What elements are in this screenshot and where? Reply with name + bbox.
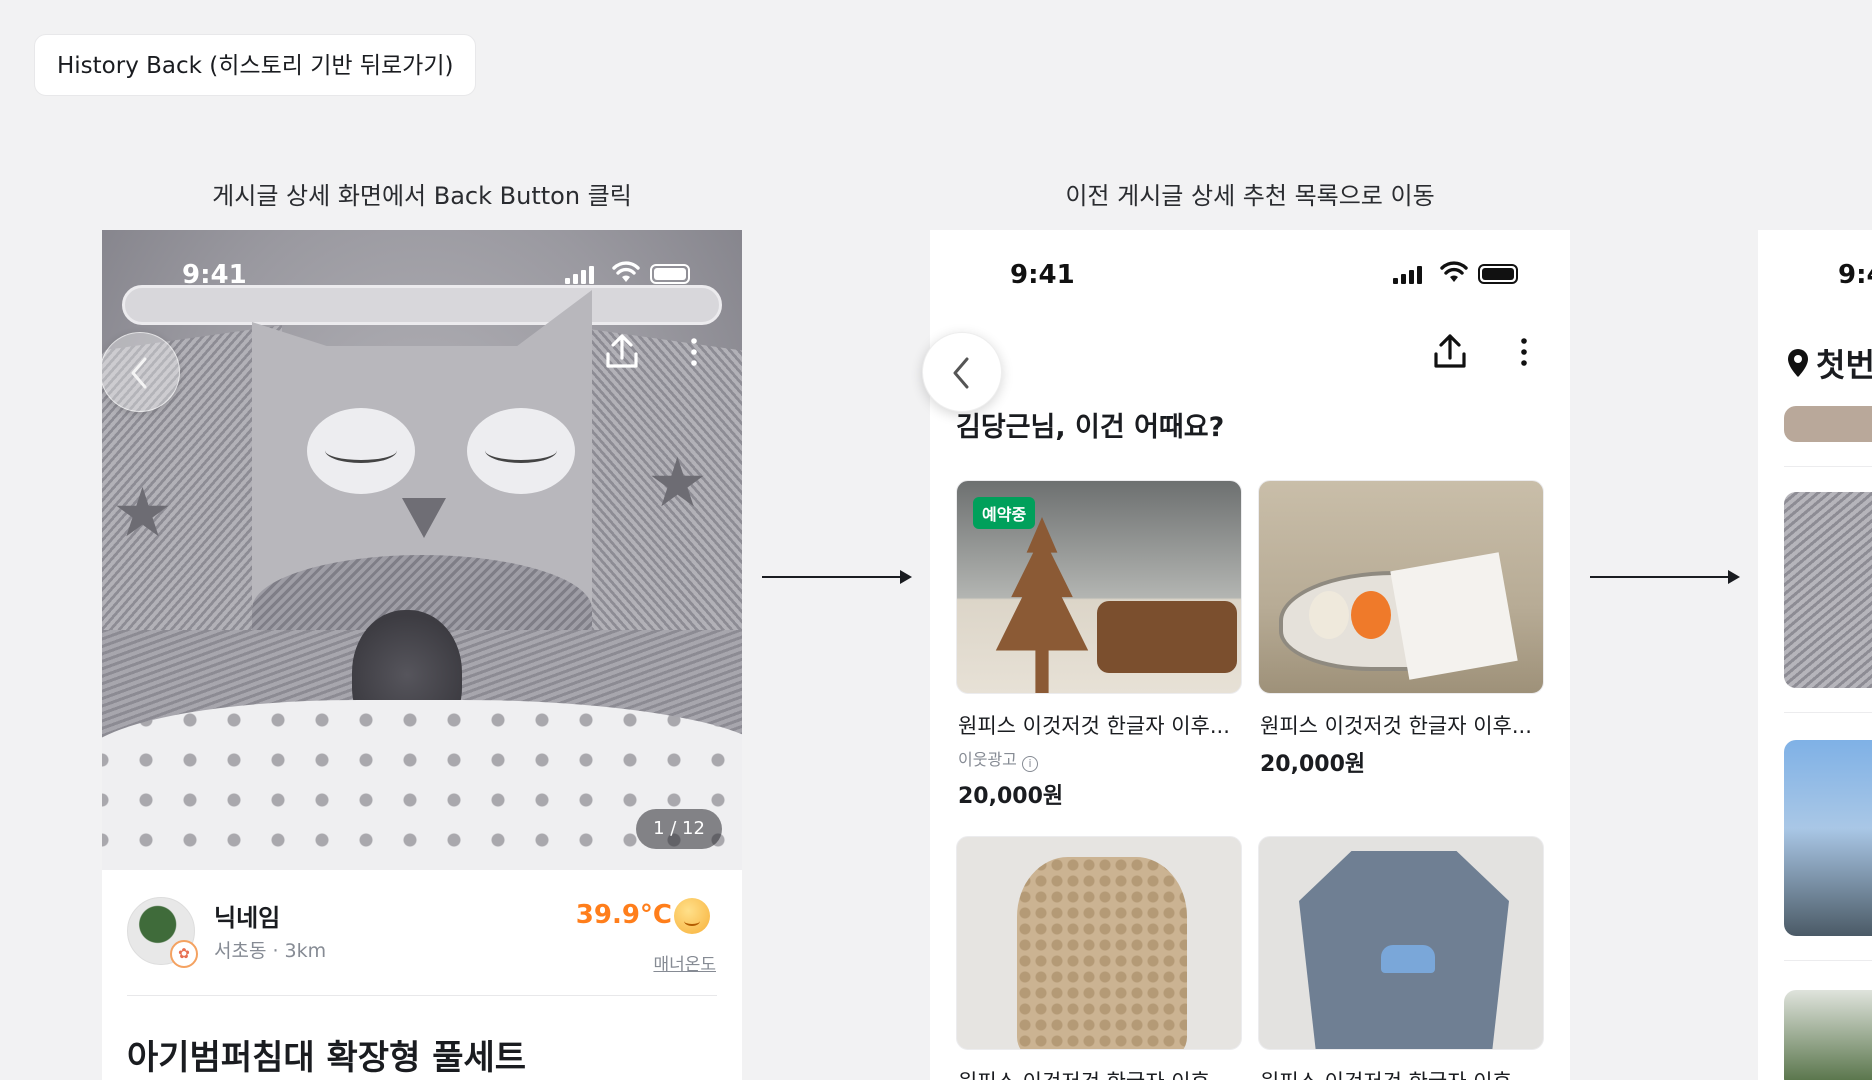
status-bar: 9:41 bbox=[930, 230, 1570, 310]
product-card[interactable]: 원피스 이것저것 한글자 이후... bbox=[1258, 836, 1544, 1080]
product-name: 원피스 이것저것 한글자 이후... bbox=[956, 1066, 1242, 1080]
manner-temperature: 39.9°C bbox=[575, 900, 672, 930]
battery-icon bbox=[650, 264, 690, 284]
cellular-signal-icon bbox=[1393, 266, 1422, 284]
flow-title-chip: History Back (히스토리 기반 뒤로가기) bbox=[34, 34, 477, 96]
ad-label: 이웃광고 i bbox=[956, 746, 1242, 772]
product-card[interactable]: 원피스 이것저것 한글자 이후... bbox=[956, 836, 1242, 1080]
more-vertical-icon[interactable] bbox=[1514, 332, 1534, 372]
status-time: 9:41 bbox=[1010, 260, 1075, 290]
product-detail-screen: ★ ★ 9:41 1 / 12 ✿ 닉네임 서초동 · 3km 39.9°C 매… bbox=[102, 230, 742, 1080]
product-thumbnail[interactable] bbox=[1258, 480, 1544, 694]
flow-arrow-2 bbox=[1590, 570, 1740, 584]
feed-thumbnail[interactable] bbox=[1784, 406, 1872, 442]
product-card[interactable]: 예약중 원피스 이것저것 한글자 이후... 이웃광고 i 20,000원 bbox=[956, 480, 1242, 810]
info-icon[interactable]: i bbox=[1021, 756, 1038, 772]
share-icon[interactable] bbox=[604, 332, 640, 372]
status-time: 9:41 bbox=[1838, 260, 1872, 290]
home-feed-screen: 9:41 첫번째 bbox=[1758, 230, 1872, 1080]
status-bar: 9:41 bbox=[102, 230, 742, 310]
recommendation-list-screen: 9:41 김당근님, 이건 어때요? 예약중 원피스 이것저것 한글자 이후..… bbox=[930, 230, 1570, 1080]
back-button[interactable] bbox=[102, 332, 180, 412]
product-price: 20,000원 bbox=[958, 784, 1064, 809]
cellular-signal-icon bbox=[565, 266, 594, 284]
location-pin-icon bbox=[1788, 349, 1808, 377]
location-title[interactable]: 첫번째 bbox=[1816, 340, 1872, 386]
divider bbox=[127, 995, 717, 996]
share-icon[interactable] bbox=[1432, 332, 1468, 372]
feed-thumbnail[interactable] bbox=[1784, 740, 1872, 936]
flow-arrow-1 bbox=[762, 570, 912, 584]
product-thumbnail[interactable] bbox=[956, 836, 1242, 1050]
battery-icon bbox=[1478, 264, 1518, 284]
seller-profile[interactable]: ✿ 닉네임 서초동 · 3km 39.9°C 매너온도 bbox=[102, 870, 742, 995]
seller-nickname: 닉네임 bbox=[214, 904, 281, 932]
product-thumbnail[interactable]: 예약중 bbox=[956, 480, 1242, 694]
smile-face-icon bbox=[674, 898, 710, 934]
product-price: 20,000원 bbox=[1260, 752, 1366, 777]
seller-region: 서초동 · 3km bbox=[214, 940, 327, 962]
product-card[interactable]: 원피스 이것저것 한글자 이후... 20,000원 bbox=[1258, 480, 1544, 778]
caption-left: 게시글 상세 화면에서 Back Button 클릭 bbox=[212, 182, 632, 210]
reserved-badge: 예약중 bbox=[973, 497, 1036, 529]
more-vertical-icon[interactable] bbox=[684, 332, 704, 372]
product-thumbnail[interactable] bbox=[1258, 836, 1544, 1050]
product-name: 원피스 이것저것 한글자 이후... bbox=[1260, 714, 1532, 738]
avatar-badge-icon: ✿ bbox=[170, 940, 198, 968]
manner-temperature-link[interactable]: 매너온도 bbox=[653, 950, 716, 975]
wifi-icon bbox=[1440, 261, 1468, 282]
status-time: 9:41 bbox=[182, 260, 247, 290]
image-counter: 1 / 12 bbox=[636, 809, 722, 849]
caption-middle: 이전 게시글 상세 추천 목록으로 이동 bbox=[1065, 182, 1435, 210]
feed-thumbnail[interactable] bbox=[1784, 990, 1872, 1080]
ad-label-text: 이웃광고 bbox=[958, 750, 1017, 769]
product-image[interactable]: ★ ★ bbox=[102, 230, 742, 870]
product-name: 원피스 이것저것 한글자 이후... bbox=[958, 714, 1230, 738]
feed-thumbnail[interactable] bbox=[1784, 492, 1872, 688]
back-icon bbox=[953, 357, 969, 389]
product-title: 아기범퍼침대 확장형 풀세트 bbox=[127, 1038, 527, 1078]
product-name: 원피스 이것저것 한글자 이후... bbox=[1258, 1066, 1544, 1080]
back-icon bbox=[131, 357, 147, 389]
back-button[interactable] bbox=[922, 332, 1002, 412]
wifi-icon bbox=[612, 261, 640, 282]
